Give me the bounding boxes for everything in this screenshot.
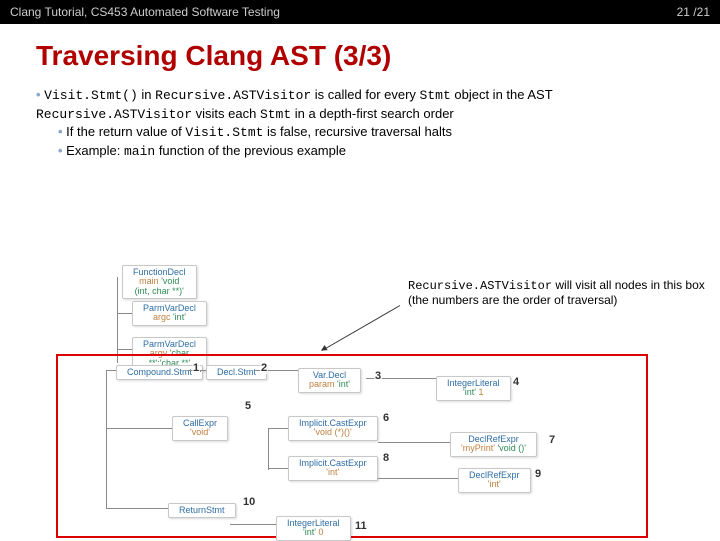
text: 'void (*)()' [299,428,367,437]
text: param [309,379,335,389]
text: is called for every [311,87,419,102]
slide-title: Traversing Clang AST (3/3) [36,40,720,72]
text: in [138,87,155,102]
traversal-box: Compound.Stmt Decl.Stmt Var.Declparam 'i… [56,354,648,538]
text: 'int' [469,480,520,489]
text: 'myPrint' [461,443,495,453]
bullet-1-code1: Visit.Stmt() [44,88,138,103]
text: 'int' [337,379,350,389]
node-compoundstmt: Compound.Stmt [127,368,192,377]
callout-text: Recursive.ASTVisitor will visit all node… [408,278,708,308]
text: argc [153,312,171,322]
text: visits each [192,106,260,121]
order-2: 2 [260,362,268,374]
text: 'int' [299,468,367,477]
text: 'int' [173,312,186,322]
bullet-1-code3: Stmt [420,88,451,103]
order-1: 1 [192,362,200,374]
order-3: 3 [374,370,382,382]
header-title: Clang Tutorial, CS453 Automated Software… [10,5,677,19]
bullet-1-code4: Recursive.ASTVisitor [36,107,192,122]
text: 'void' [183,428,217,437]
bullet-3-code: main [124,144,155,159]
text: 'int' [303,527,316,537]
bullet-3: Example: main function of the previous e… [58,142,700,161]
text: in a depth-first search order [291,106,454,121]
header-page: 21 /21 [677,5,710,19]
slide-header: Clang Tutorial, CS453 Automated Software… [0,0,720,24]
order-9: 9 [534,468,542,480]
text: is false, recursive traversal halts [263,124,452,139]
text: object in the AST [451,87,553,102]
bullet-1-code5: Stmt [260,107,291,122]
bullet-1-code2: Recursive.ASTVisitor [155,88,311,103]
order-11: 11 [354,520,368,532]
bullet-2-code: Visit.Stmt [185,125,263,140]
node-declstmt: Decl.Stmt [217,368,256,377]
callout-code: Recursive.ASTVisitor [408,279,552,293]
order-4: 4 [512,376,520,388]
text: 'void ()' [497,443,525,453]
bullet-1: Visit.Stmt() in Recursive.ASTVisitor is … [36,86,700,160]
text: 0 [319,527,324,537]
text: If the return value of [66,124,185,139]
callout-arrow [322,305,400,351]
text: Example: [66,143,124,158]
text: 1 [479,387,484,397]
order-7: 7 [548,434,556,446]
text: 'int' [463,387,476,397]
slide-body: Visit.Stmt() in Recursive.ASTVisitor is … [0,86,720,160]
order-5: 5 [244,400,252,412]
node-returnstmt: ReturnStmt [179,506,225,515]
order-6: 6 [382,412,390,424]
bullet-2: If the return value of Visit.Stmt is fal… [58,123,700,142]
order-10: 10 [242,496,256,508]
order-8: 8 [382,452,390,464]
text: function of the previous example [155,143,346,158]
